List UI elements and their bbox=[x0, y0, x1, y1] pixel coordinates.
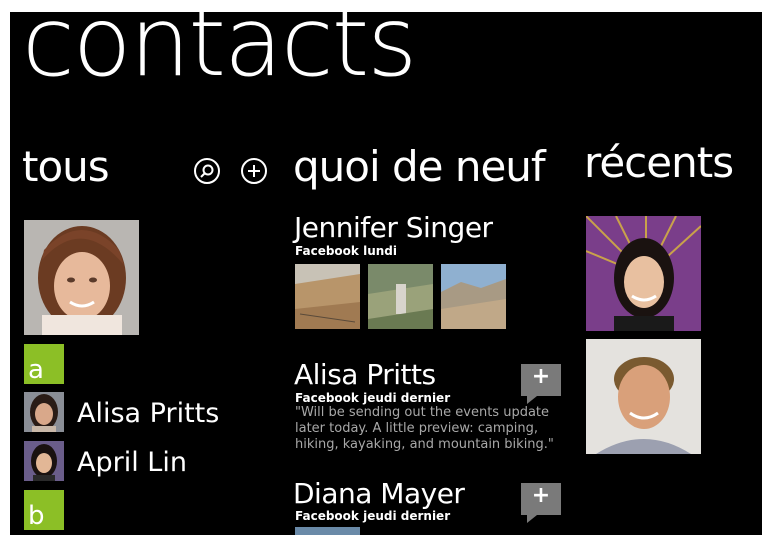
comment-button[interactable]: + bbox=[521, 364, 561, 404]
feed-photo[interactable] bbox=[368, 264, 433, 329]
recent-contact-photo[interactable] bbox=[586, 339, 701, 454]
contact-avatar[interactable] bbox=[24, 441, 64, 481]
add-icon bbox=[248, 165, 260, 177]
add-comment-icon: + bbox=[531, 483, 551, 508]
section-header-whats-new[interactable]: quoi de neuf bbox=[293, 146, 546, 188]
feed-source: Facebook lundi bbox=[295, 244, 397, 258]
jump-letter-a[interactable]: a bbox=[24, 344, 64, 384]
contact-name-alisa[interactable]: Alisa Pritts bbox=[77, 400, 219, 427]
recent-contact-photo[interactable] bbox=[586, 216, 701, 331]
letter-label: b bbox=[28, 501, 45, 531]
feed-author[interactable]: Jennifer Singer bbox=[294, 214, 493, 242]
feed-author[interactable]: Alisa Pritts bbox=[294, 361, 436, 389]
feed-photo[interactable] bbox=[295, 527, 360, 535]
letter-label: a bbox=[28, 355, 44, 385]
jump-letter-b[interactable]: b bbox=[24, 490, 64, 530]
contact-name-april[interactable]: April Lin bbox=[77, 449, 187, 476]
contact-avatar[interactable] bbox=[24, 392, 64, 432]
search-button[interactable] bbox=[194, 158, 220, 184]
feed-source: Facebook jeudi dernier bbox=[295, 391, 451, 405]
feed-photo[interactable] bbox=[441, 264, 506, 329]
phone-screen: contacts tous a Alisa Pritts April Lin b… bbox=[10, 12, 762, 535]
section-header-all[interactable]: tous bbox=[22, 146, 110, 188]
feed-author[interactable]: Diana Mayer bbox=[293, 480, 465, 508]
feed-photo[interactable] bbox=[295, 264, 360, 329]
add-contact-button[interactable] bbox=[241, 158, 267, 184]
comment-button[interactable]: + bbox=[521, 483, 561, 523]
feed-status-text: "Will be sending out the events update l… bbox=[295, 405, 554, 452]
section-header-recent[interactable]: récents bbox=[584, 142, 734, 184]
feed-source: Facebook jeudi dernier bbox=[295, 509, 451, 523]
my-profile-photo[interactable] bbox=[24, 220, 139, 335]
add-comment-icon: + bbox=[531, 364, 551, 389]
page-title: contacts bbox=[22, 12, 417, 98]
search-icon bbox=[200, 164, 214, 178]
